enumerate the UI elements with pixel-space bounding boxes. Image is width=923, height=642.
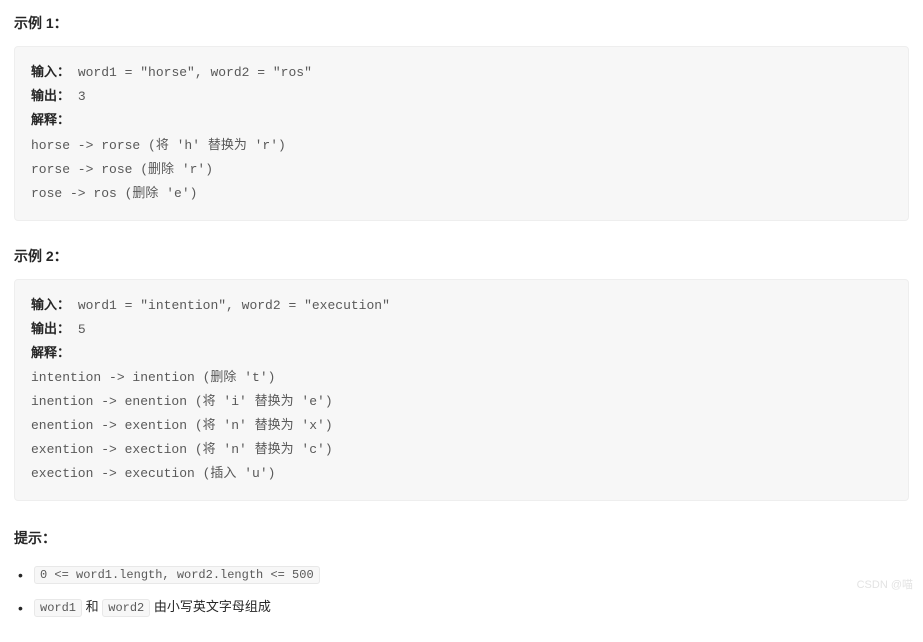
explain-line: intention -> inention (删除 't') <box>31 370 275 385</box>
output-label: 输出： <box>31 89 70 104</box>
input-value: word1 = "intention", word2 = "execution" <box>78 298 390 313</box>
explain-line: horse -> rorse (将 'h' 替换为 'r') <box>31 138 286 153</box>
output-value: 5 <box>78 322 86 337</box>
example-1-code-block: 输入： word1 = "horse", word2 = "ros" 输出： 3… <box>14 46 909 220</box>
explain-label: 解释： <box>31 346 70 361</box>
explain-line: enention -> exention (将 'n' 替换为 'x') <box>31 418 333 433</box>
hint-text: 和 <box>82 599 102 614</box>
hints-heading: 提示： <box>14 527 909 549</box>
hints-list: 0 <= word1.length, word2.length <= 500 w… <box>14 564 909 618</box>
hint-code: 0 <= word1.length, word2.length <= 500 <box>34 566 320 584</box>
explain-line: exection -> execution (插入 'u') <box>31 466 275 481</box>
explain-line: rose -> ros (删除 'e') <box>31 186 197 201</box>
hint-text: 由小写英文字母组成 <box>150 599 271 614</box>
example-1-heading: 示例 1： <box>14 12 909 34</box>
input-label: 输入： <box>31 65 70 80</box>
input-label: 输入： <box>31 298 70 313</box>
example-2-code-block: 输入： word1 = "intention", word2 = "execut… <box>14 279 909 501</box>
hint-item: word1 和 word2 由小写英文字母组成 <box>18 597 909 618</box>
watermark: CSDN @喵 <box>857 577 913 595</box>
explain-line: exention -> exection (将 'n' 替换为 'c') <box>31 442 333 457</box>
example-2-heading: 示例 2： <box>14 245 909 267</box>
output-value: 3 <box>78 89 86 104</box>
output-label: 输出： <box>31 322 70 337</box>
input-value: word1 = "horse", word2 = "ros" <box>78 65 312 80</box>
explain-label: 解释： <box>31 113 70 128</box>
hint-item: 0 <= word1.length, word2.length <= 500 <box>18 564 909 585</box>
hint-code: word2 <box>102 599 150 617</box>
explain-line: rorse -> rose (删除 'r') <box>31 162 213 177</box>
explain-line: inention -> enention (将 'i' 替换为 'e') <box>31 394 333 409</box>
hint-code: word1 <box>34 599 82 617</box>
